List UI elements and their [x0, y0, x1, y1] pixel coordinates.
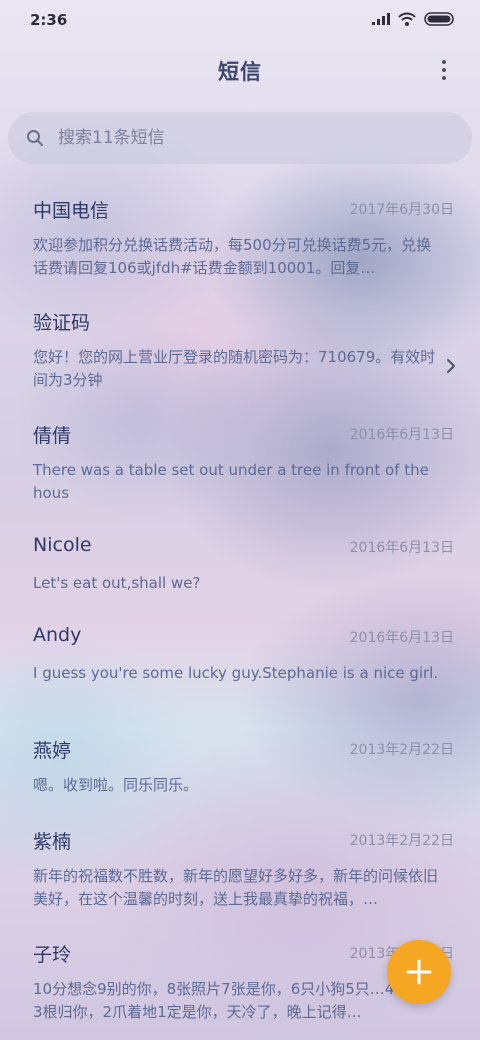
message-preview: 您好！您的网上营业厅登录的随机密码为：710679。有效时间为3分钟: [33, 348, 436, 389]
wifi-icon: [398, 12, 416, 26]
message-date: 2016年6月13日: [349, 427, 454, 443]
message-date: 2016年6月13日: [349, 540, 454, 556]
status-bar: 2:36: [0, 0, 480, 40]
message-date: 2017年6月30日: [349, 202, 454, 218]
battery-icon: [424, 12, 454, 26]
page-title: 短信: [218, 60, 262, 84]
message-preview: 新年的祝福数不胜数，新年的愿望好多好多，新年的问候依旧美好，在这个温馨的时刻，送…: [33, 867, 439, 908]
message-date: 2013年2月22日: [349, 833, 454, 849]
sender-name: Nicole: [33, 534, 92, 556]
sender-name: 验证码: [33, 312, 91, 334]
message-preview: Let's eat out,shall we?: [33, 574, 201, 592]
search-input[interactable]: [58, 126, 438, 150]
sender-name: 燕婷: [33, 740, 72, 762]
sender-name: Andy: [33, 624, 82, 646]
sender-name: 子玲: [33, 944, 72, 966]
message-preview: 欢迎参加积分兑换话费活动，每500分可兑换话费5元，兑换话费请回复106或jfd…: [33, 236, 432, 277]
search-icon: [27, 130, 43, 146]
message-preview: 嗯。收到啦。同乐同乐。: [33, 776, 199, 794]
chevron-right-icon: [447, 359, 455, 373]
message-preview: There was a table set out under a tree i…: [33, 461, 429, 502]
message-preview: I guess you're some lucky guy.Stephanie …: [33, 664, 439, 682]
add-icon: [406, 959, 432, 985]
signal-icon: [372, 13, 390, 25]
sender-name: 紫楠: [33, 831, 72, 853]
message-date: 2016年6月13日: [349, 630, 454, 646]
status-icons: [372, 12, 454, 26]
new-message-button[interactable]: [387, 940, 451, 1004]
more-icon[interactable]: [434, 58, 454, 82]
search-bar[interactable]: [8, 112, 472, 164]
sender-name: 倩倩: [33, 425, 72, 447]
message-preview: 10分想念9别的你，8张照片7张是你，6只小狗5只…4根骨头3根归你，2爪着地1…: [33, 980, 440, 1021]
sender-name: 中国电信: [33, 200, 110, 222]
message-date: 2013年2月22日: [349, 742, 454, 758]
status-time: 2:36: [30, 11, 68, 29]
